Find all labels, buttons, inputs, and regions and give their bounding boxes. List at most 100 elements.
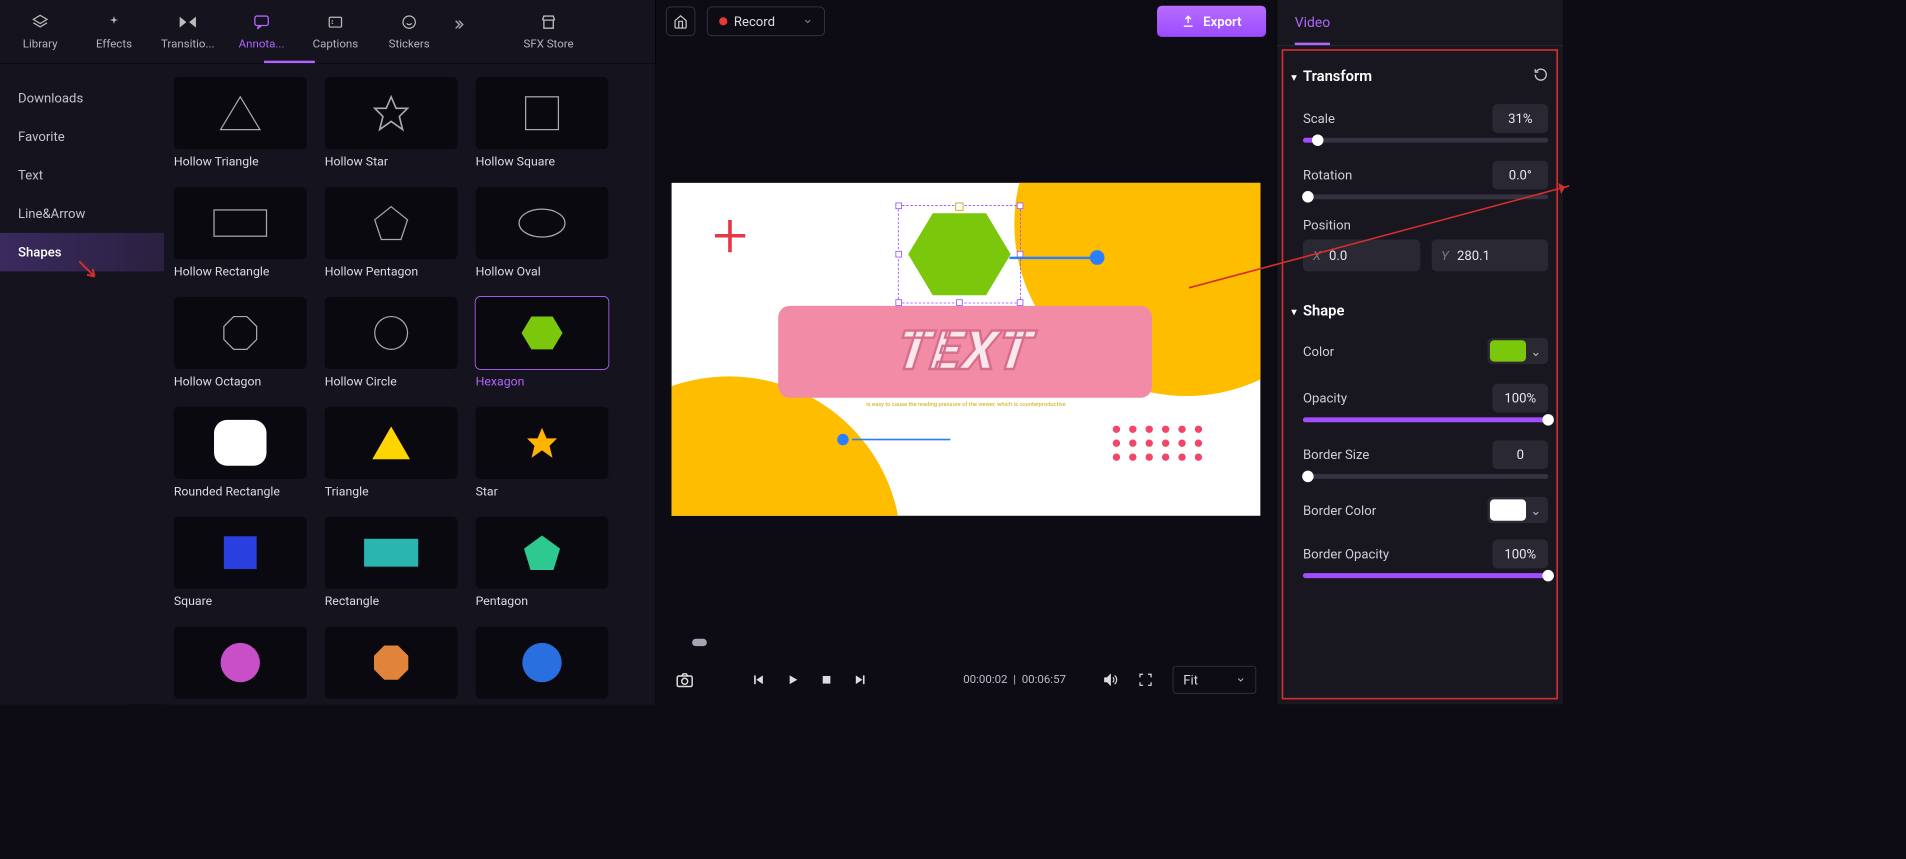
- canvas-plus-icon: +: [713, 217, 748, 254]
- border-size-label: Border Size: [1303, 447, 1369, 463]
- border-size-slider[interactable]: [1303, 474, 1548, 479]
- caret-down-icon: ▾: [1292, 71, 1297, 82]
- tab-underline: [264, 61, 315, 63]
- sidebar-downloads[interactable]: Downloads: [0, 79, 164, 118]
- zoom-fit-dropdown[interactable]: Fit: [1173, 666, 1257, 694]
- export-label: Export: [1203, 14, 1241, 30]
- snapshot-button[interactable]: [676, 672, 694, 688]
- shape-hollow-square[interactable]: Hollow Square: [476, 77, 609, 169]
- stop-button[interactable]: [821, 673, 832, 686]
- shape-square[interactable]: Square: [174, 517, 307, 609]
- shape-hollow-rectangle[interactable]: Hollow Rectangle: [174, 187, 307, 279]
- scrub-thumb[interactable]: [692, 639, 707, 646]
- tab-stickers[interactable]: Stickers: [372, 8, 446, 56]
- border-size-slider-thumb[interactable]: [1302, 471, 1313, 482]
- border-opacity-slider[interactable]: [1303, 573, 1548, 578]
- border-opacity-label: Border Opacity: [1303, 546, 1389, 562]
- more-tabs-button[interactable]: [446, 8, 471, 41]
- rotation-value[interactable]: 0.0°: [1492, 161, 1548, 190]
- shape-star[interactable]: Star: [476, 407, 609, 499]
- border-color-picker[interactable]: ⌄: [1487, 497, 1548, 523]
- shape-hollow-oval[interactable]: Hollow Oval: [476, 187, 609, 279]
- tab-annotations[interactable]: Annota...: [225, 8, 299, 56]
- shape-circle[interactable]: [174, 626, 307, 698]
- resize-handle-se[interactable]: [1017, 299, 1024, 306]
- shape-hollow-star[interactable]: Hollow Star: [325, 77, 458, 169]
- sidebar-text[interactable]: Text: [0, 156, 164, 195]
- preview-canvas[interactable]: + TEXT is easy to cause the reading pres…: [672, 182, 1261, 515]
- rotation-label: Rotation: [1303, 167, 1352, 183]
- store-icon: [540, 13, 556, 31]
- shape-triangle[interactable]: Triangle: [325, 407, 458, 499]
- sidebar-favorite[interactable]: Favorite: [0, 117, 164, 156]
- opacity-slider[interactable]: [1303, 417, 1548, 422]
- reset-transform-button[interactable]: [1533, 67, 1548, 86]
- shape-circle-blue[interactable]: [476, 626, 609, 698]
- tab-transitions[interactable]: Transitio...: [151, 8, 225, 56]
- shape-pentagon[interactable]: Pentagon: [476, 517, 609, 609]
- section-shape-header[interactable]: ▾ Shape: [1292, 288, 1549, 333]
- tab-library[interactable]: Library: [3, 8, 77, 56]
- border-color-swatch: [1490, 499, 1526, 520]
- transition-icon: [180, 13, 196, 31]
- border-size-value[interactable]: 0: [1492, 440, 1548, 469]
- shape-rounded-rectangle[interactable]: Rounded Rectangle: [174, 407, 307, 499]
- tab-sfx-store-label: SFX Store: [524, 38, 574, 51]
- scale-value[interactable]: 31%: [1492, 104, 1548, 133]
- border-opacity-slider-thumb[interactable]: [1542, 570, 1553, 581]
- shape-hollow-circle[interactable]: Hollow Circle: [325, 297, 458, 389]
- canvas-dot-2: [837, 433, 848, 444]
- prev-frame-button[interactable]: [752, 673, 765, 686]
- section-transform-header[interactable]: ▾ Transform: [1292, 59, 1549, 99]
- shape-hollow-octagon[interactable]: Hollow Octagon: [174, 297, 307, 389]
- opacity-value[interactable]: 100%: [1492, 384, 1548, 413]
- shape-hexagon[interactable]: Hexagon: [476, 297, 609, 389]
- sparkle-icon: [107, 13, 122, 31]
- rotation-slider[interactable]: [1303, 194, 1548, 199]
- tab-captions-label: Captions: [313, 38, 359, 51]
- speech-bubble-icon: [253, 13, 269, 31]
- selected-hexagon-shape[interactable]: [902, 205, 1017, 303]
- tab-sfx-store[interactable]: SFX Store: [512, 8, 586, 56]
- shape-hollow-pentagon[interactable]: Hollow Pentagon: [325, 187, 458, 279]
- chevron-down-icon: [1236, 675, 1246, 685]
- border-opacity-value[interactable]: 100%: [1492, 540, 1548, 569]
- tab-effects[interactable]: Effects: [77, 8, 151, 56]
- color-picker[interactable]: ⌄: [1487, 338, 1548, 364]
- export-button[interactable]: Export: [1157, 6, 1266, 37]
- sidebar-shapes[interactable]: Shapes: [0, 233, 164, 272]
- volume-button[interactable]: [1102, 672, 1118, 687]
- top-tabs: Library Effects Transitio... Annota...: [0, 0, 655, 64]
- upload-icon: [1182, 15, 1195, 28]
- opacity-slider-thumb[interactable]: [1542, 414, 1553, 425]
- next-frame-button[interactable]: [854, 673, 867, 686]
- resize-handle-ne[interactable]: [1017, 202, 1024, 209]
- scrub-bar[interactable]: [676, 637, 1257, 647]
- sidebar-line-arrow[interactable]: Line&Arrow: [0, 194, 164, 233]
- position-x-input[interactable]: X0.0: [1303, 239, 1420, 271]
- record-label: Record: [734, 14, 775, 30]
- shape-hollow-triangle[interactable]: Hollow Triangle: [174, 77, 307, 169]
- properties-tab-video[interactable]: Video: [1295, 15, 1330, 45]
- section-shape-label: Shape: [1303, 303, 1344, 320]
- section-transform-label: Transform: [1303, 68, 1372, 85]
- home-button[interactable]: [666, 7, 696, 37]
- tutorial-pointer-icon: [75, 257, 98, 280]
- fullscreen-button[interactable]: [1138, 672, 1153, 687]
- record-button[interactable]: Record: [707, 7, 825, 37]
- scale-slider[interactable]: [1303, 138, 1548, 143]
- chevron-down-icon: [803, 14, 813, 30]
- shape-rectangle[interactable]: Rectangle: [325, 517, 458, 609]
- position-y-input[interactable]: Y280.1: [1431, 239, 1548, 271]
- play-button[interactable]: [786, 673, 799, 686]
- shape-grid-area: Hollow Triangle Hollow Star Hollow Squar…: [164, 64, 655, 704]
- shape-octagon-filled[interactable]: [325, 626, 458, 698]
- preview-controls: 00:00:02 | 00:06:57 Fit: [656, 655, 1276, 704]
- canvas-text: TEXT: [893, 320, 1038, 383]
- canvas-text-banner: TEXT: [778, 305, 1152, 397]
- canvas-line-2: [852, 438, 950, 440]
- color-swatch: [1490, 340, 1526, 361]
- rotation-slider-thumb[interactable]: [1302, 191, 1313, 202]
- tab-captions[interactable]: Captions: [298, 8, 372, 56]
- scale-slider-thumb[interactable]: [1312, 134, 1323, 145]
